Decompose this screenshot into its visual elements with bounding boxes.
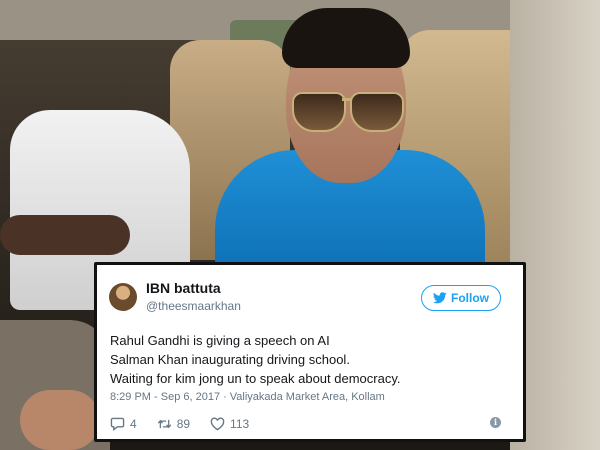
retweet-action[interactable]: 89 [157,417,190,431]
tweet-timestamp[interactable]: 8:29 PM - Sep 6, 2017 [110,391,220,403]
twitter-bird-icon [433,292,447,304]
heart-icon [210,417,225,431]
avatar[interactable] [109,283,137,311]
retweet-count: 89 [176,417,191,431]
tweet-line: Rahul Gandhi is giving a speech on AI [110,333,330,348]
passenger-hair [282,8,410,68]
follow-button[interactable]: Follow [421,285,501,311]
info-icon[interactable]: i [490,417,501,428]
tweet-location[interactable]: Valiyakada Market Area, Kollam [230,391,385,403]
user-handle[interactable]: @theesmaarkhan [146,299,241,313]
lens-left [292,92,346,132]
hand [20,390,100,450]
reply-count: 4 [130,417,137,431]
reply-action[interactable]: 4 [110,417,137,431]
driver-arm [0,215,130,255]
retweet-icon [157,419,171,429]
tweet-meta: 8:29 PM - Sep 6, 2017 · Valiyakada Market … [110,391,385,403]
follow-label: Follow [451,291,489,305]
like-action[interactable]: 113 [210,417,249,431]
reply-icon [110,417,125,431]
tweet-actions: 4 89 113 [110,415,269,433]
tweet-card: IBN battuta @theesmaarkhan Follow Rahul … [94,262,526,442]
lens-right [350,92,404,132]
meta-separator: · [223,391,227,403]
sunglasses [292,92,404,132]
tweet-line: Waiting for kim jong un to speak about d… [110,371,401,386]
display-name[interactable]: IBN battuta [146,280,221,296]
tweet-line: Salman Khan inaugurating driving school. [110,352,350,367]
tweet-text: Rahul Gandhi is giving a speech on AI Sa… [110,331,520,388]
like-count: 113 [230,417,250,431]
